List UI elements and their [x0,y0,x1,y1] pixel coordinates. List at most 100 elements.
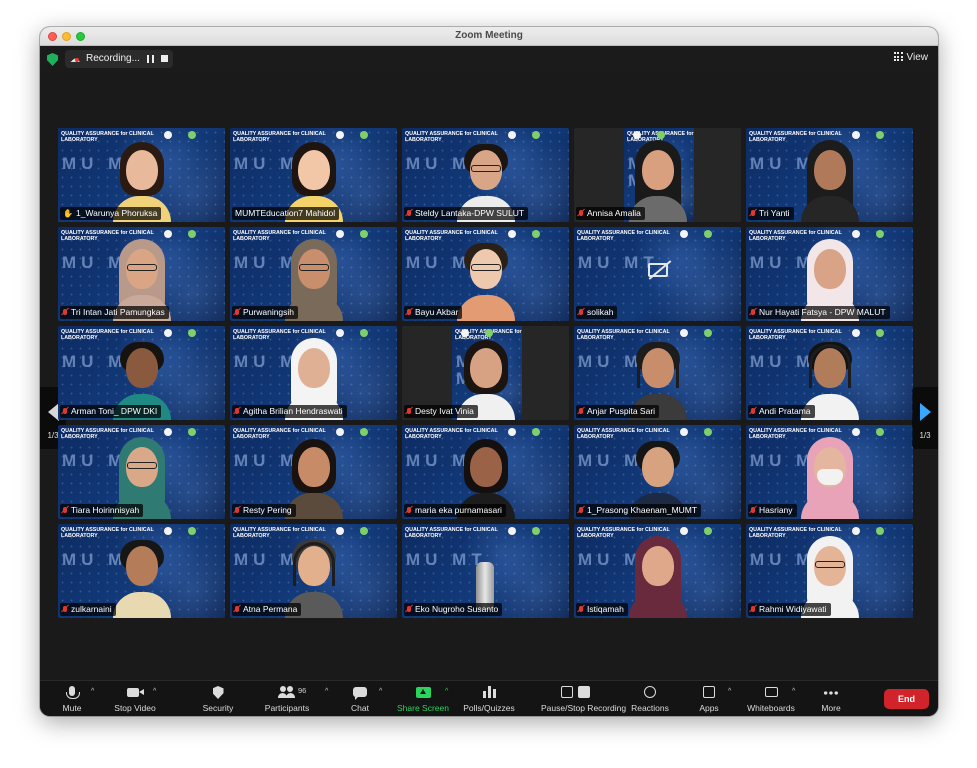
pause-stop-recording-button[interactable]: Pause/Stop Recording [541,681,626,716]
video-options-caret-icon[interactable]: ^ [153,688,156,695]
participant-name: 1_Warunya Phoruksa [75,208,158,218]
chat-button[interactable]: Chat [350,681,370,716]
share-options-caret-icon[interactable]: ^ [445,688,448,695]
muted-microphone-icon [579,507,583,513]
next-page-button[interactable]: 1/3 [912,387,938,449]
participant-tile[interactable]: QUALITY ASSURANCE for CLINICAL LABORATOR… [58,227,225,321]
participant-name: Eko Nugroho Susanto [415,604,499,614]
participant-name: Atna Permana [243,604,298,614]
participant-tile[interactable]: QUALITY ASSURANCE for CLINICAL LABORATOR… [58,524,225,618]
participant-name-tag: Hasriany [748,504,797,517]
apps-options-caret-icon[interactable]: ^ [728,688,731,695]
participant-tile[interactable]: QUALITY ASSURANCE for CLINICAL LABORATOR… [402,227,569,321]
participant-tile[interactable]: QUALITY ASSURANCE for CLINICAL LABORATOR… [746,128,913,222]
participant-name-tag: Tri Intan Jati Pamungkas [60,306,169,319]
chat-options-caret-icon[interactable]: ^ [379,688,382,695]
participant-name: MUMTEducation7 Mahidol [235,208,336,218]
partner-logo [704,329,712,337]
muted-microphone-icon [751,408,755,414]
slide-brand: MU MT [406,550,487,569]
participant-name-tag: MUMTEducation7 Mahidol [232,207,340,220]
participant-name-tag: Agitha Brilian Hendraswati [232,405,347,418]
pause-recording-icon[interactable] [147,55,154,63]
whiteboards-options-caret-icon[interactable]: ^ [792,688,795,695]
participant-tile[interactable]: QUALITY ASSURANCE for CLINICAL LABORATOR… [746,425,913,519]
title-bar: Zoom Meeting [40,27,938,46]
polls-quizzes-button[interactable]: Polls/Quizzes [463,681,515,716]
participant-video [454,231,518,321]
partner-logo [188,230,196,238]
participant-name: Istiqamah [587,604,624,614]
muted-microphone-icon [235,408,239,414]
participant-name: 1_Prasong Khaenam_MUMT [587,505,698,515]
participant-tile[interactable]: QUALITY ASSURANCE for CLINICAL LABORATOR… [230,425,397,519]
audio-options-caret-icon[interactable]: ^ [91,688,94,695]
partner-logo [704,230,712,238]
participant-tile[interactable]: QUALITY ASSURANCE for CLINICAL LABORATOR… [574,326,741,420]
participant-tile[interactable]: QUALITY ASSURANCE for CLINICAL LABORATOR… [574,524,741,618]
partner-logo [876,428,884,436]
whiteboard-icon [764,687,778,697]
page-indicator-right: 1/3 [919,431,931,440]
participant-tile[interactable]: QUALITY ASSURANCE for CLINICAL LABORATOR… [574,425,741,519]
recording-dot-icon [75,58,79,62]
muted-microphone-icon [751,507,755,513]
stop-video-button[interactable]: Stop Video [114,681,156,716]
apps-icon [703,686,715,698]
participant-name: Resty Pering [243,505,292,515]
muted-microphone-icon [407,606,411,612]
participant-tile[interactable]: QUALITY ASSURANCE for CLINICAL LABORATOR… [230,227,397,321]
more-dots-icon [823,691,839,695]
participant-tile[interactable]: QUALITY ASSURANCE for CLINICAL LABORATOR… [230,128,397,222]
whiteboards-button[interactable]: Whiteboards [747,681,795,716]
participant-tile[interactable]: QUALITY ASSURANCE for CLINICAL LABORATOR… [230,326,397,420]
participant-tile[interactable]: QUALITY ASSURANCE for CLINICAL LABORATOR… [746,524,913,618]
end-meeting-button[interactable]: End [884,689,929,709]
more-button[interactable]: More [821,681,841,716]
participant-tile[interactable]: QUALITY ASSURANCE for CLINICAL LABORATOR… [746,326,913,420]
recording-indicator: ☁ Recording... [65,50,173,68]
video-stage: 1/3 QUALITY ASSURANCE for CLINICAL LABOR… [40,72,938,680]
participant-tile[interactable]: QUALITY ASSURANCE for CLINICAL LABORATOR… [402,425,569,519]
participant-tile[interactable]: QUALITY ASSURANCE for CLINICAL LABORATOR… [58,128,225,222]
participant-tile[interactable]: QUALITY ASSURANCE for CLINICAL LABORATOR… [58,326,225,420]
muted-microphone-icon [751,606,755,612]
camera-off-icon [648,263,668,277]
partner-logo [188,527,196,535]
mute-button[interactable]: Mute [62,681,82,716]
participant-tile[interactable]: QUALITY ASSURANCE for CLINICAL LABORATOR… [574,227,741,321]
participant-name: maria eka purnamasari [415,505,502,515]
participant-name-tag: Atna Permana [232,603,302,616]
participant-name-tag: solikah [576,306,618,319]
participant-tile[interactable]: QUALITY ASSURANCE for CLINICAL LABORATOR… [402,128,569,222]
stop-video-label: Stop Video [114,703,156,713]
participant-name: Nur Hayati Fatsya - DPW MALUT [759,307,886,317]
apps-button[interactable]: Apps [699,681,719,716]
more-label: More [821,703,841,713]
participant-tile[interactable]: QUALITY ASSURANCE for CLINICAL LABORATOR… [402,524,569,618]
participants-options-caret-icon[interactable]: ^ [325,688,328,695]
participant-name-tag: Nur Hayati Fatsya - DPW MALUT [748,306,890,319]
share-screen-button[interactable]: Share Screen [397,681,449,716]
window-title: Zoom Meeting [455,30,523,41]
stop-recording-icon[interactable] [161,55,168,62]
participant-tile[interactable]: QUALITY ASSURANCE for CLINICAL LABORATOR… [402,326,569,420]
security-button[interactable]: Security [203,681,233,716]
reactions-button[interactable]: Reactions [631,681,669,716]
participant-tile[interactable]: QUALITY ASSURANCE for CLINICAL LABORATOR… [746,227,913,321]
muted-microphone-icon [407,309,411,315]
partner-logo [360,131,368,139]
university-logos [680,230,738,239]
participant-tile[interactable]: QUALITY ASSURANCE for CLINICAL LABORATOR… [230,524,397,618]
participant-tile[interactable]: QUALITY ASSURANCE for CLINICAL LABORATOR… [574,128,741,222]
encryption-shield-icon[interactable] [47,53,58,66]
partner-logo [876,329,884,337]
view-button[interactable]: View [893,52,928,63]
participant-name-tag: Annisa Amalia [576,207,645,220]
participant-name-tag: Desty Ivat Vinia [404,405,478,418]
partner-logo [532,230,540,238]
chat-bubble-icon [353,687,367,700]
participant-tile[interactable]: QUALITY ASSURANCE for CLINICAL LABORATOR… [58,425,225,519]
partner-logo [360,230,368,238]
participants-button[interactable]: 96 Participants [265,681,309,716]
